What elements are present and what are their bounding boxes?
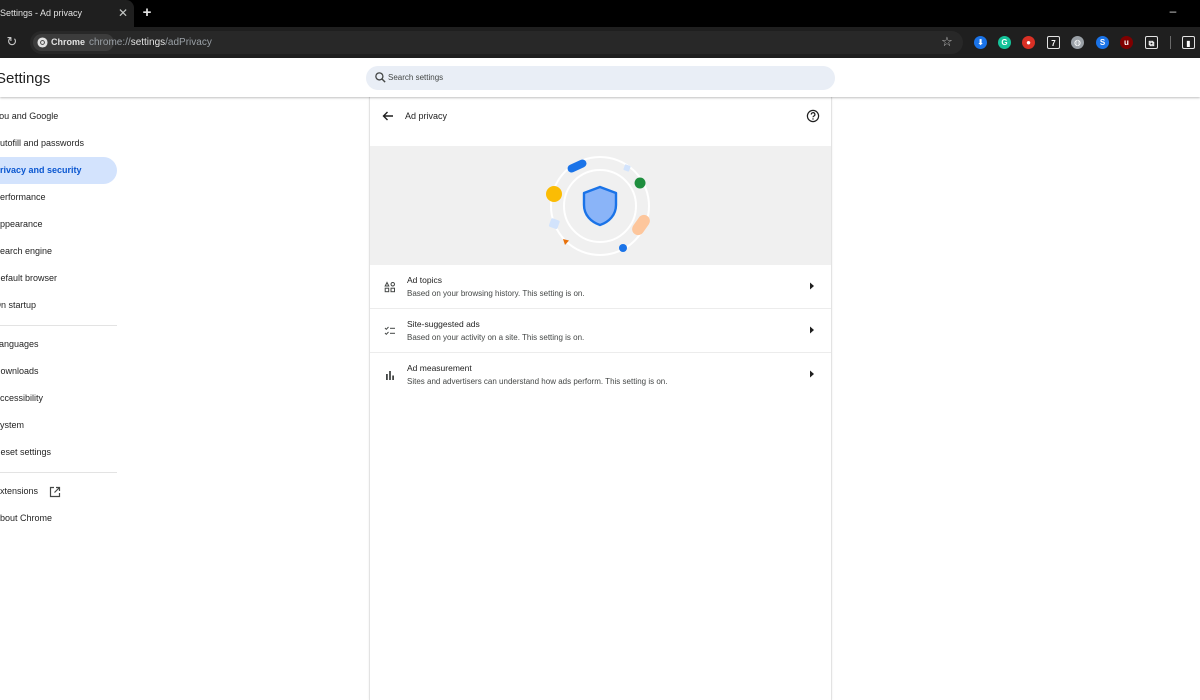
back-arrow-icon[interactable] [381, 109, 395, 123]
bookmark-star-icon[interactable]: ☆ [939, 34, 955, 50]
sidebar-item-languages[interactable]: Languages [0, 331, 117, 358]
sidebar-item-accessibility[interactable]: Accessibility [0, 385, 117, 412]
sidebar-item-label: Extensions [0, 486, 39, 496]
puzzle-extensions-icon[interactable]: ⧉ [1145, 36, 1158, 49]
ad-privacy-illustration [370, 146, 831, 265]
sidebar-item-privacy[interactable]: Privacy and security [0, 157, 117, 184]
sidebar-item-label: Default browser [0, 273, 58, 283]
sidebar-divider [0, 325, 117, 326]
help-icon[interactable] [806, 109, 820, 123]
sidebar-item-label: Accessibility [0, 393, 44, 403]
ad-measurement-row[interactable]: Ad measurement Sites and advertisers can… [370, 353, 831, 397]
chrome-logo-icon [37, 37, 48, 48]
tab-settings[interactable]: Settings - Ad privacy ✕ [0, 0, 134, 27]
url-path: /adPrivacy [165, 37, 212, 48]
close-tab-icon[interactable]: ✕ [116, 5, 130, 21]
sidebar-item-autofill[interactable]: Autofill and passwords [0, 130, 117, 157]
side-panel-icon[interactable]: ▮ [1182, 36, 1195, 49]
arrow-right-icon [810, 370, 814, 378]
sidebar-item-performance[interactable]: Performance [0, 184, 117, 211]
sidebar-item-label: Downloads [0, 366, 39, 376]
shield-icon [582, 185, 618, 227]
sidebar-item-label: Reset settings [0, 447, 52, 457]
tab-title: Settings - Ad privacy [0, 8, 83, 18]
sidebar-item-label: Appearance [0, 219, 43, 229]
download-extension-icon[interactable]: ⬇ [974, 36, 987, 49]
sidebar-item-label: Autofill and passwords [0, 138, 85, 148]
sidebar-item-you-and-google[interactable]: You and Google [0, 103, 117, 130]
sidebar-item-label: Languages [0, 339, 39, 349]
blue-pill-shape [567, 159, 587, 173]
shield-illustration [546, 156, 650, 256]
sidebar-item-label: Search engine [0, 246, 53, 256]
site-suggested-ads-row[interactable]: Site-suggested ads Based on your activit… [370, 309, 831, 353]
arrow-right-icon [810, 326, 814, 334]
light-square-shape [623, 164, 631, 172]
search-input[interactable]: Search settings [366, 66, 835, 90]
sidebar-item-label: You and Google [0, 111, 59, 121]
sidebar-item-label: System [0, 420, 25, 430]
sidebar-item-label: On startup [0, 300, 37, 310]
url-scheme: chrome:// [89, 37, 131, 48]
sidebar-item-on-startup[interactable]: On startup [0, 292, 117, 319]
translate-extension-icon[interactable]: 7 [1047, 36, 1060, 49]
sidebar-item-search-engine[interactable]: Search engine [0, 238, 117, 265]
minimize-window-button[interactable]: – [1166, 4, 1180, 18]
search-placeholder: Search settings [388, 73, 444, 82]
arrow-right-icon [810, 282, 814, 290]
green-dot-shape [634, 177, 646, 189]
browser-toolbar: ↻ Chrome chrome://settings/adPrivacy ☆ ⬇… [0, 27, 1200, 58]
sidebar-item-reset-settings[interactable]: Reset settings [0, 439, 117, 466]
url-text[interactable]: chrome://settings/adPrivacy [89, 37, 212, 48]
yellow-dot-shape [546, 186, 562, 202]
sidebar-item-label: About Chrome [0, 513, 53, 523]
ad-privacy-card: Ad privacy Ad topics Based on your brows… [369, 97, 832, 700]
chip-label: Chrome [51, 37, 86, 47]
toolbar-separator [1170, 36, 1171, 49]
row-subtitle: Based on your browsing history. This set… [407, 289, 585, 298]
light-square-shape [548, 218, 560, 229]
sidebar-item-appearance[interactable]: Appearance [0, 211, 117, 238]
red-extension-icon[interactable]: ● [1022, 36, 1035, 49]
address-bar[interactable]: Chrome chrome://settings/adPrivacy ☆ [30, 31, 963, 54]
grammarly-extension-icon[interactable]: G [998, 36, 1011, 49]
row-title: Ad measurement [407, 363, 472, 373]
row-title: Ad topics [407, 275, 442, 285]
row-subtitle: Based on your activity on a site. This s… [407, 333, 585, 342]
bar-chart-icon [386, 371, 394, 380]
subpage-title: Ad privacy [405, 111, 448, 121]
blue-extension-icon[interactable]: S [1096, 36, 1109, 49]
blue-dot-shape [619, 244, 627, 252]
page-title: Settings [0, 70, 51, 87]
ad-topics-row[interactable]: Ad topics Based on your browsing history… [370, 265, 831, 309]
sidebar-item-label: Performance [0, 192, 46, 202]
sidebar-item-about-chrome[interactable]: About Chrome [0, 505, 117, 532]
row-subtitle: Sites and advertisers can understand how… [407, 377, 668, 386]
sidebar-item-label: Privacy and security [0, 165, 82, 175]
sidebar-item-downloads[interactable]: Downloads [0, 358, 117, 385]
open-in-new-icon [49, 486, 61, 498]
search-icon [375, 72, 386, 83]
row-title: Site-suggested ads [407, 319, 480, 329]
globe-extension-icon[interactable]: ◍ [1071, 36, 1084, 49]
url-host: settings [130, 37, 166, 48]
sidebar: You and Google Autofill and passwords Pr… [0, 97, 130, 700]
ad-topics-icon [384, 281, 395, 293]
sidebar-item-default-browser[interactable]: Default browser [0, 265, 117, 292]
settings-header: Settings Search settings [0, 58, 1200, 97]
sidebar-divider [0, 472, 117, 473]
new-tab-button[interactable]: + [139, 5, 155, 21]
sidebar-item-system[interactable]: System [0, 412, 117, 439]
tab-strip: Settings - Ad privacy ✕ + – [0, 0, 1200, 27]
ublock-extension-icon[interactable]: u [1120, 36, 1133, 49]
reload-icon[interactable]: ↻ [5, 34, 19, 50]
checklist-icon [384, 326, 395, 336]
